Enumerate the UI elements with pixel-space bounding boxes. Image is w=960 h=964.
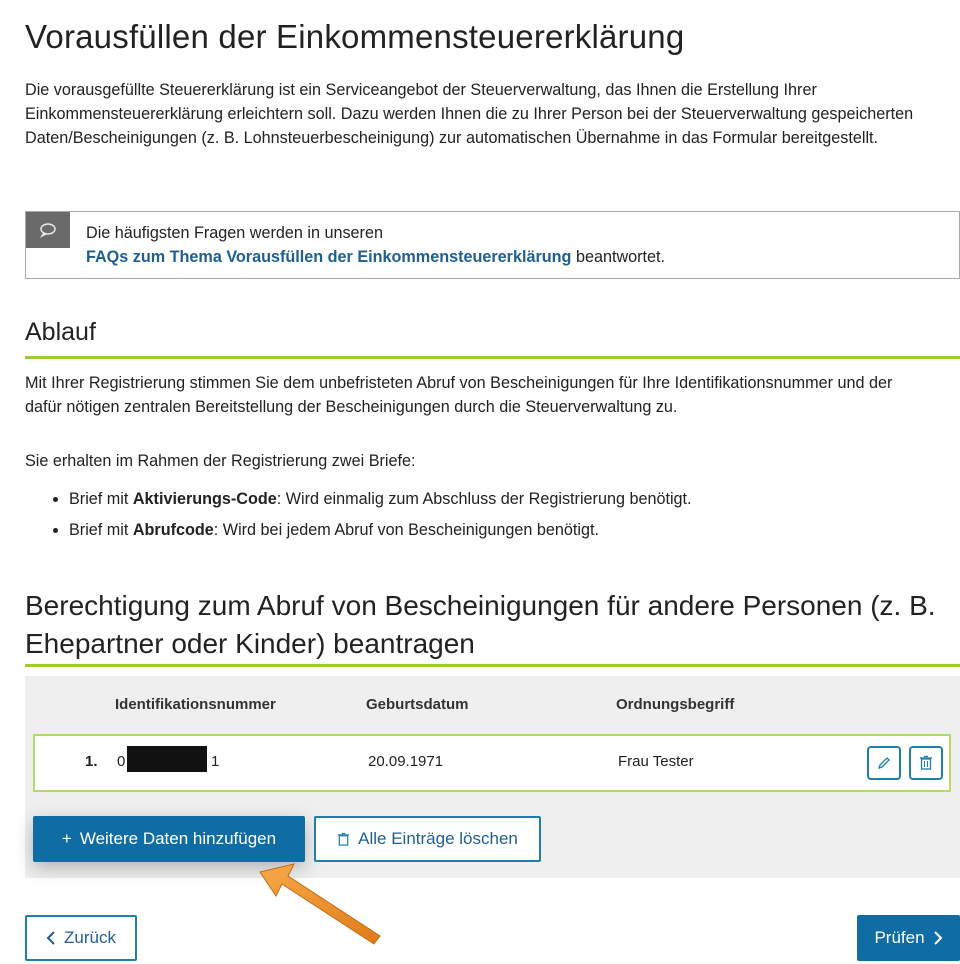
column-header-dob: Geburtsdatum (366, 696, 469, 713)
list-item-suffix: : Wird einmalig zum Abschluss der Regist… (276, 490, 692, 508)
add-data-button[interactable]: + Weitere Daten hinzufügen (33, 816, 305, 862)
ordnungsbegriff-value: Frau Tester (618, 753, 694, 770)
list-item-prefix: Brief mit (69, 521, 133, 539)
section-divider (25, 664, 960, 667)
column-header-ord: Ordnungsbegriff (616, 696, 735, 713)
column-header-id: Identifikationsnummer (115, 696, 276, 713)
row-index: 1. (85, 753, 98, 770)
orange-arrow-annotation (259, 863, 381, 945)
plus-icon: + (61, 829, 72, 848)
trash-icon (338, 832, 350, 846)
list-item-suffix: : Wird bei jedem Abruf von Bescheinigung… (213, 521, 599, 539)
ablauf-heading: Ablauf (25, 318, 96, 346)
list-item-bold: Abrufcode (132, 521, 214, 539)
faq-info-line2: FAQs zum Thema Vorausfüllen der Einkomme… (86, 248, 665, 267)
intro-text: Die vorausgefüllte Steuererklärung ist e… (25, 81, 914, 147)
pencil-icon (877, 757, 890, 770)
list-item: Brief mit Aktivierungs-Code: Wird einmal… (69, 490, 692, 509)
list-item-prefix: Brief mit (69, 490, 133, 508)
redaction-bar (127, 746, 207, 772)
back-label: Zurück (64, 928, 116, 947)
list-item-bold: Aktivierungs-Code (132, 490, 277, 508)
page-title: Vorausfüllen der Einkommensteuererklärun… (25, 18, 685, 55)
clear-entries-button[interactable]: Alle Einträge löschen (314, 816, 541, 862)
table-row: 1. 0 1 20.09.1971 Frau Tester (33, 734, 951, 792)
next-label: Prüfen (874, 928, 925, 947)
birth-date: 20.09.1971 (368, 753, 444, 770)
faq-info-box: Die häufigsten Fragen werden in unseren … (25, 211, 960, 279)
delete-button[interactable] (909, 746, 943, 780)
trash-icon (920, 755, 932, 770)
clear-entries-label: Alle Einträge löschen (358, 829, 518, 848)
next-button[interactable]: Prüfen (857, 915, 960, 961)
ablauf-letters-intro: Sie erhalten im Rahmen der Registrierung… (25, 452, 416, 470)
speech-bubble-icon (26, 212, 70, 248)
list-item: Brief mit Abrufcode: Wird bei jedem Abru… (69, 521, 692, 540)
entries-panel: Identifikationsnummer Geburtsdatum Ordnu… (25, 676, 960, 878)
faq-info-suffix: beantwortet. (571, 248, 666, 266)
back-button[interactable]: Zurück (25, 915, 137, 961)
ablauf-text: Mit Ihrer Registrierung stimmen Sie dem … (25, 374, 893, 416)
edit-button[interactable] (867, 746, 901, 780)
faq-link[interactable]: FAQs zum Thema Vorausfüllen der Einkomme… (86, 248, 571, 266)
section-divider (25, 356, 960, 359)
berechtigung-heading: Berechtigung zum Abruf von Bescheinigung… (25, 590, 936, 659)
id-number-end: 1 (211, 753, 220, 770)
id-number-start: 0 (117, 753, 126, 770)
letters-list: Brief mit Aktivierungs-Code: Wird einmal… (45, 490, 692, 552)
faq-info-text: Die häufigsten Fragen werden in unseren (86, 224, 383, 242)
chevron-left-icon (46, 931, 55, 945)
chevron-right-icon (933, 931, 942, 945)
add-data-label: Weitere Daten hinzufügen (79, 829, 277, 848)
